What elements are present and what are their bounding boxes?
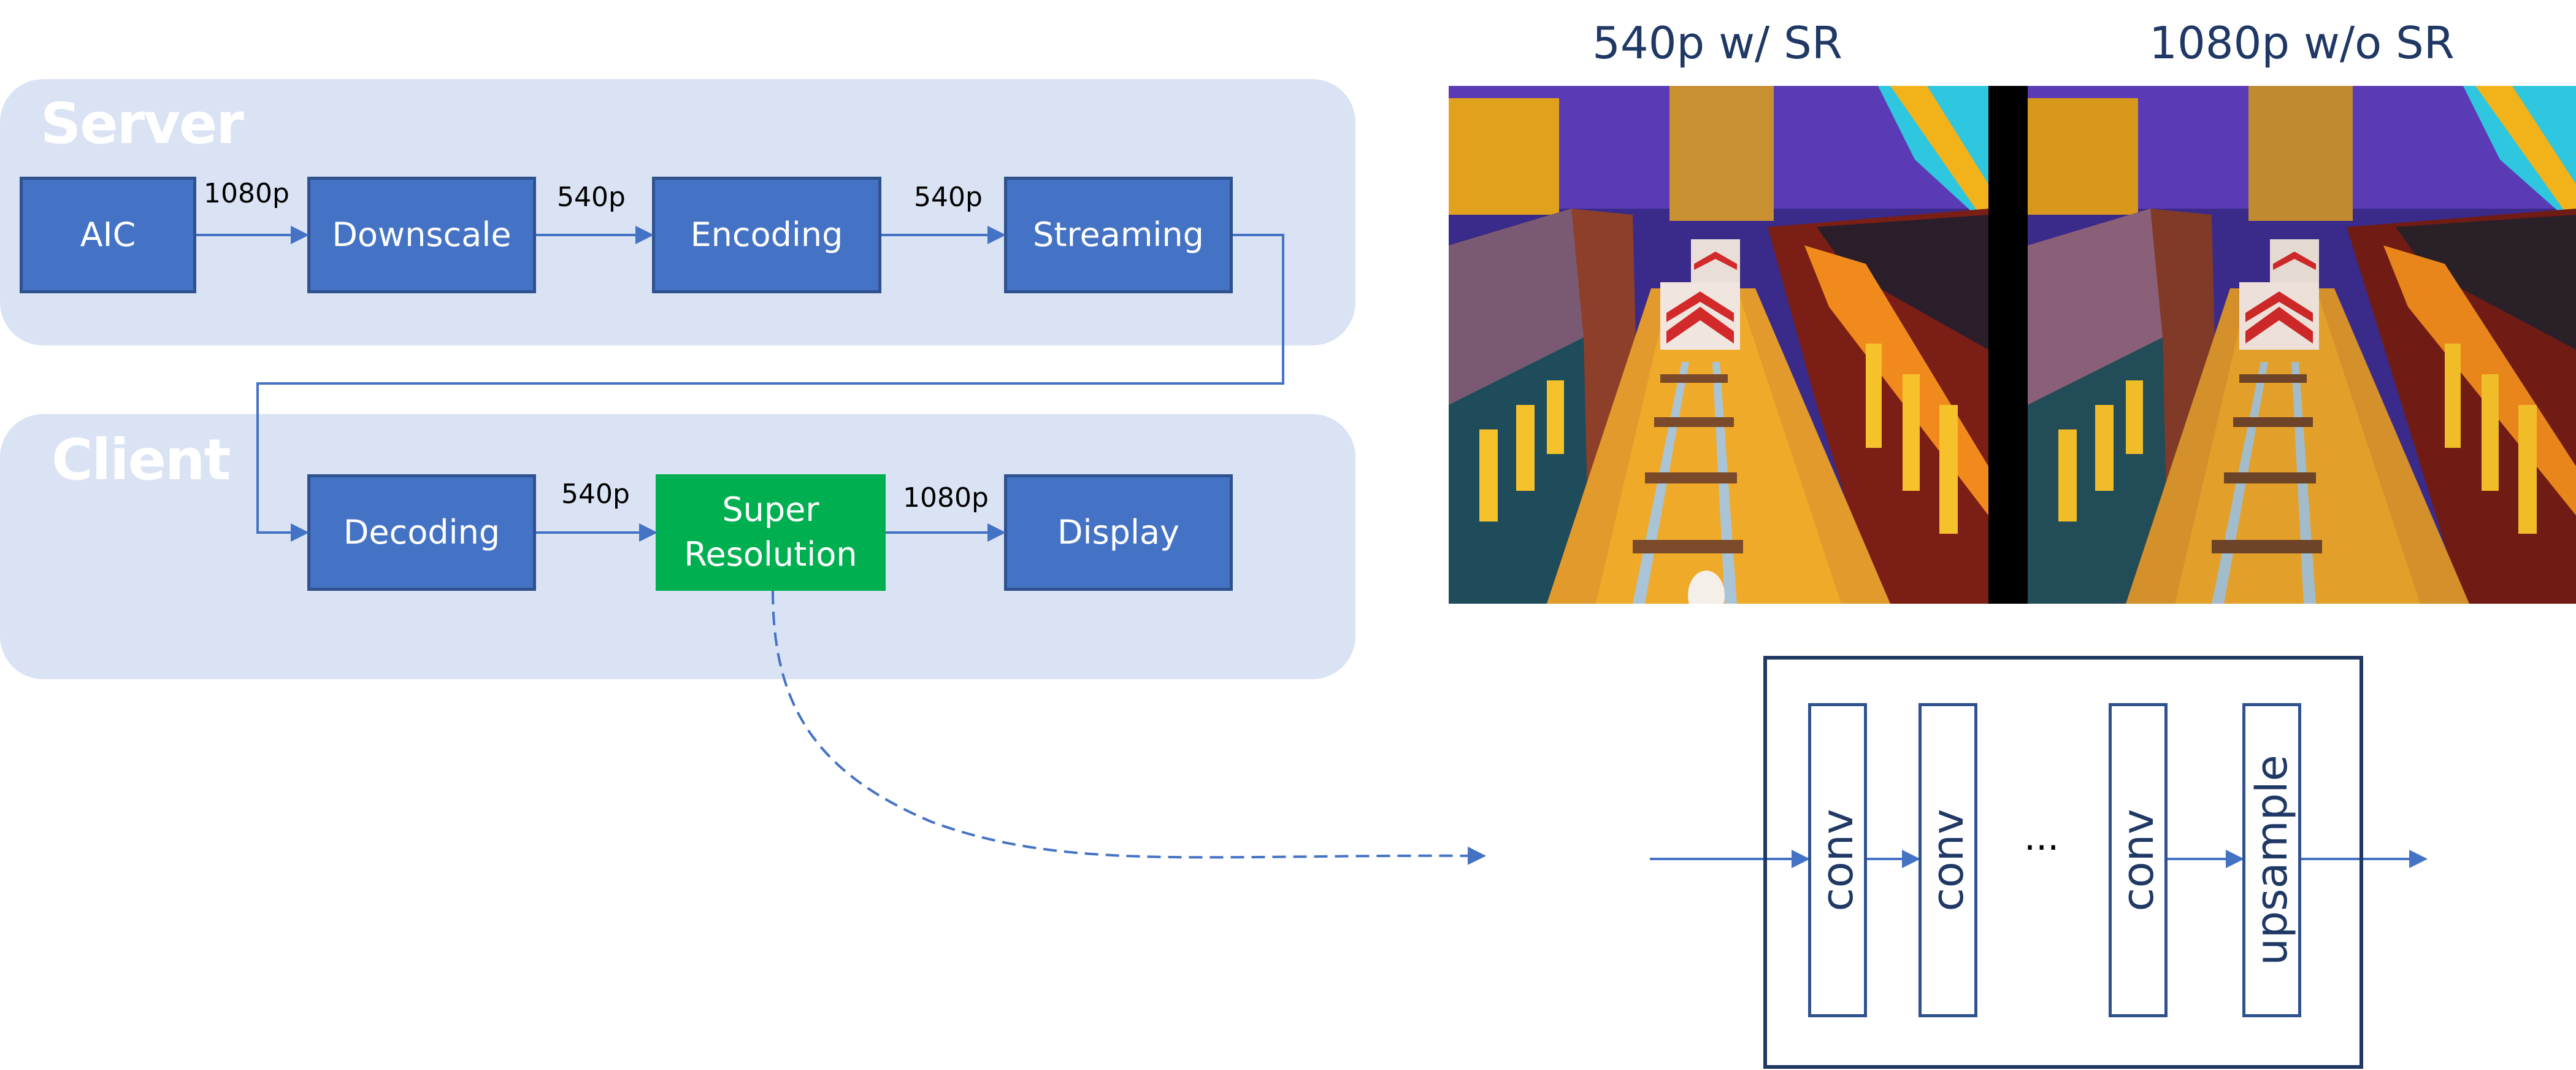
stage-encoding-label: Encoding — [690, 215, 843, 254]
stage-super-resolution: Super Resolution — [656, 474, 886, 591]
stage-super-resolution-line2: Resolution — [684, 535, 857, 574]
layer-conv-1: conv — [1808, 703, 1867, 1017]
image-1080p-without-sr — [2028, 86, 2576, 604]
layer-ellipsis: ... — [2024, 816, 2060, 859]
stage-display-label: Display — [1057, 512, 1180, 552]
edge-label-sr-display: 1080p — [903, 482, 989, 514]
edge-label-aic-downscale: 1080p — [204, 178, 289, 209]
stage-downscale-label: Downscale — [332, 215, 512, 254]
layer-conv-2-label: conv — [1923, 809, 1973, 912]
server-title: Server — [40, 91, 244, 156]
title-540p-with-sr: 540p w/ SR — [1592, 17, 1842, 69]
stage-decoding: Decoding — [307, 474, 536, 591]
image-divider — [1988, 86, 2028, 604]
title-1080p-without-sr: 1080p w/o SR — [2149, 17, 2455, 69]
stage-streaming: Streaming — [1004, 177, 1233, 293]
edge-label-downscale-encoding: 540p — [557, 182, 626, 213]
stage-decoding-label: Decoding — [343, 512, 500, 552]
layer-conv-2: conv — [1919, 703, 1977, 1017]
game-scene-right — [2028, 86, 2576, 604]
stage-super-resolution-line1: Super — [722, 490, 819, 529]
layer-conv-3: conv — [2109, 703, 2168, 1017]
layer-upsample: upsample — [2242, 703, 2301, 1017]
stage-encoding: Encoding — [652, 177, 881, 293]
stage-streaming-label: Streaming — [1033, 215, 1204, 254]
edge-label-encoding-streaming: 540p — [914, 182, 983, 213]
image-540p-with-sr — [1449, 86, 1988, 604]
stage-aic-label: AIC — [80, 215, 136, 254]
game-scene-left — [1449, 86, 1988, 604]
stage-aic: AIC — [20, 177, 196, 293]
layer-conv-1-label: conv — [1812, 809, 1863, 912]
stage-display: Display — [1004, 474, 1233, 591]
layer-conv-3-label: conv — [2113, 809, 2163, 912]
client-title: Client — [52, 427, 231, 493]
edge-label-decoding-sr: 540p — [561, 479, 630, 510]
stage-downscale: Downscale — [307, 177, 536, 293]
layer-upsample-label: upsample — [2247, 755, 2297, 966]
